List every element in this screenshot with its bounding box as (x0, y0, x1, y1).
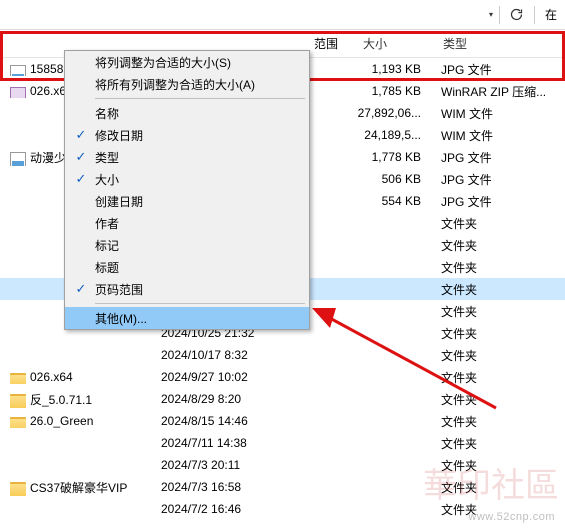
file-type-cell: 文件夹 (435, 281, 565, 298)
file-type-cell: 文件夹 (435, 237, 565, 254)
divider (499, 6, 500, 24)
file-size-cell: 554 KB (310, 194, 435, 208)
menu-separator (95, 98, 305, 99)
menu-separator (95, 303, 305, 304)
menu-col-author[interactable]: 作者 (65, 212, 309, 234)
file-name-cell: 反_5.0.71.1 (0, 391, 155, 408)
file-name-text: CS37破解豪华VIP (30, 479, 127, 496)
search-label: 在 (545, 6, 557, 23)
jpg-icon (10, 65, 26, 76)
file-size-cell: 27,892,06... (310, 106, 435, 120)
file-row[interactable]: 2024/10/17 8:32 文件夹 (0, 344, 565, 366)
divider (534, 6, 535, 24)
file-type-cell: 文件夹 (435, 413, 565, 430)
refresh-icon (509, 7, 524, 22)
file-name-text: 反_5.0.71.1 (30, 391, 92, 408)
file-name-text: 26.0_Green (30, 414, 93, 428)
file-date-cell: 2024/10/17 8:32 (155, 348, 310, 362)
file-row[interactable]: 26.0_Green 2024/8/15 14:46 文件夹 (0, 410, 565, 432)
file-size-cell: 1,193 KB (310, 62, 435, 76)
menu-col-page-range[interactable]: ✓页码范围 (65, 278, 309, 300)
file-type-cell: 文件夹 (435, 435, 565, 452)
file-size-cell: 506 KB (310, 172, 435, 186)
file-type-cell: JPG 文件 (435, 193, 565, 210)
file-type-cell: WIM 文件 (435, 127, 565, 144)
file-name-cell: 026.x64 (0, 370, 155, 384)
folder-icon (10, 482, 26, 496)
file-date-cell: 2024/7/2 16:46 (155, 502, 310, 516)
file-type-cell: WIM 文件 (435, 105, 565, 122)
file-date-cell: 2024/7/3 20:11 (155, 458, 310, 472)
file-type-cell: 文件夹 (435, 369, 565, 386)
file-size-cell: 1,785 KB (310, 84, 435, 98)
folder-icon (10, 373, 26, 384)
refresh-button[interactable] (506, 4, 528, 26)
file-type-cell: JPG 文件 (435, 61, 565, 78)
file-row[interactable]: 2024/7/3 20:11 文件夹 (0, 454, 565, 476)
check-icon: ✓ (73, 149, 89, 165)
file-type-cell: 文件夹 (435, 479, 565, 496)
menu-col-size[interactable]: ✓大小 (65, 168, 309, 190)
file-size-cell: 1,778 KB (310, 150, 435, 164)
jpg-icon (10, 152, 26, 166)
file-row[interactable]: 2024/7/11 14:38 文件夹 (0, 432, 565, 454)
file-type-cell: JPG 文件 (435, 149, 565, 166)
file-type-cell: 文件夹 (435, 391, 565, 408)
check-icon: ✓ (73, 171, 89, 187)
column-context-menu: 将列调整为合适的大小(S) 将所有列调整为合适的大小(A) 名称 ✓修改日期 ✓… (64, 50, 310, 330)
menu-col-tag[interactable]: 标记 (65, 234, 309, 256)
file-date-cell: 2024/9/27 10:02 (155, 370, 310, 384)
column-header-type[interactable]: 类型 (435, 30, 565, 57)
menu-col-name[interactable]: 名称 (65, 102, 309, 124)
file-type-cell: 文件夹 (435, 347, 565, 364)
file-date-cell: 2024/7/11 14:38 (155, 436, 310, 450)
file-row[interactable]: 2024/7/2 16:46 文件夹 (0, 498, 565, 520)
folder-icon (10, 394, 26, 408)
file-type-cell: 文件夹 (435, 215, 565, 232)
file-type-cell: 文件夹 (435, 259, 565, 276)
menu-col-date-created[interactable]: 创建日期 (65, 190, 309, 212)
file-size-cell: 24,189,5... (310, 128, 435, 142)
dropdown-icon[interactable]: ▾ (489, 10, 493, 19)
column-header-page-range[interactable]: 范围 (310, 30, 355, 57)
file-row[interactable]: 026.x64 2024/9/27 10:02 文件夹 (0, 366, 565, 388)
folder-icon (10, 417, 26, 428)
file-type-cell: 文件夹 (435, 303, 565, 320)
menu-col-type[interactable]: ✓类型 (65, 146, 309, 168)
file-type-cell: 文件夹 (435, 457, 565, 474)
file-date-cell: 2024/8/29 8:20 (155, 392, 310, 406)
file-type-cell: WinRAR ZIP 压缩... (435, 83, 565, 100)
file-type-cell: JPG 文件 (435, 171, 565, 188)
file-row[interactable]: CS37破解豪华VIP 2024/7/3 16:58 文件夹 (0, 476, 565, 498)
file-name-text: 026.x64 (30, 370, 73, 384)
file-date-cell: 2024/7/3 16:58 (155, 480, 310, 494)
toolbar: ▾ 在 (0, 0, 565, 30)
menu-col-title[interactable]: 标题 (65, 256, 309, 278)
menu-fit-all-columns[interactable]: 将所有列调整为合适的大小(A) (65, 73, 309, 95)
file-type-cell: 文件夹 (435, 325, 565, 342)
file-name-cell: 26.0_Green (0, 414, 155, 428)
menu-fit-column[interactable]: 将列调整为合适的大小(S) (65, 51, 309, 73)
file-name-cell: CS37破解豪华VIP (0, 479, 155, 496)
file-type-cell: 文件夹 (435, 501, 565, 518)
file-date-cell: 2024/8/15 14:46 (155, 414, 310, 428)
menu-more-columns[interactable]: 其他(M)... (65, 307, 309, 329)
column-header-size[interactable]: 大小 (355, 30, 435, 57)
menu-col-date-modified[interactable]: ✓修改日期 (65, 124, 309, 146)
file-row[interactable]: 反_5.0.71.1 2024/8/29 8:20 文件夹 (0, 388, 565, 410)
check-icon: ✓ (73, 281, 89, 297)
zip-icon (10, 87, 26, 98)
check-icon: ✓ (73, 127, 89, 143)
